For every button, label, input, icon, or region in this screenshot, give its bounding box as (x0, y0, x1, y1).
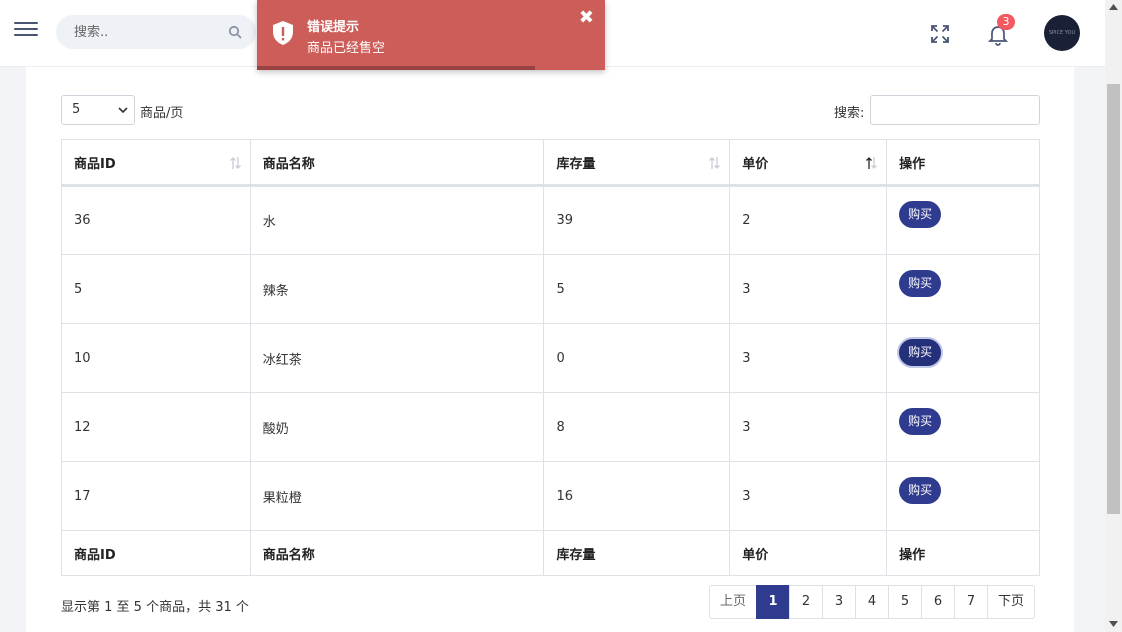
footer-header-stock: 库存量 (543, 530, 731, 576)
user-avatar[interactable]: SPICE YOU (1044, 15, 1080, 51)
cell-action: 购买 (886, 461, 1040, 531)
cell-stock: 5 (543, 254, 731, 324)
page-length-label: 商品/页 (140, 106, 184, 121)
cell-stock: 0 (543, 323, 731, 393)
page-button-6[interactable]: 6 (921, 585, 956, 619)
shield-alert-icon (273, 21, 293, 45)
scroll-up-arrow-icon[interactable] (1109, 4, 1118, 10)
table-row: 12 酸奶 8 3 购买 (61, 392, 1040, 462)
footer-header-name: 商品名称 (249, 530, 545, 576)
footer-header-action: 操作 (886, 530, 1040, 576)
page-button-2[interactable]: 2 (789, 585, 824, 619)
cell-id: 36 (61, 185, 251, 255)
table-row: 17 果粒橙 16 3 购买 (61, 461, 1040, 531)
close-icon[interactable]: ✖ (579, 9, 594, 27)
page-button-1[interactable]: 1 (756, 585, 791, 619)
next-page-button[interactable]: 下页 (987, 585, 1036, 619)
search-icon[interactable] (228, 25, 242, 39)
cell-action: 购买 (886, 392, 1040, 462)
buy-button[interactable]: 购买 (899, 407, 942, 435)
notification-badge: 3 (997, 14, 1015, 30)
page-scrollbar[interactable] (1105, 0, 1122, 632)
column-header-label: 商品名称 (262, 156, 315, 172)
column-header-stock[interactable]: 库存量 (543, 139, 731, 187)
sort-ascending-icon (866, 157, 878, 169)
footer-header-price: 单价 (729, 530, 888, 576)
products-table: 商品ID 商品名称 库存量 单价 操作 36 水 39 2 购买 5 辣条 5 … (61, 139, 1040, 576)
page-button-5[interactable]: 5 (888, 585, 923, 619)
table-filter-label: 搜索: (834, 106, 865, 121)
cell-id: 17 (61, 461, 251, 531)
footer-header-id: 商品ID (61, 530, 251, 576)
pagination: 上页 1 2 3 4 5 6 7 下页 (709, 585, 1036, 619)
column-header-price[interactable]: 单价 (729, 139, 888, 187)
column-header-id[interactable]: 商品ID (61, 139, 251, 187)
cell-price: 3 (729, 461, 888, 531)
table-row: 36 水 39 2 购买 (61, 185, 1040, 255)
cell-price: 3 (729, 323, 888, 393)
table-row: 10 冰红茶 0 3 购买 (61, 323, 1040, 393)
column-header-action: 操作 (886, 139, 1040, 187)
scrollbar-thumb[interactable] (1107, 84, 1120, 514)
prev-page-button[interactable]: 上页 (709, 585, 758, 619)
column-header-label: 单价 (742, 156, 769, 172)
cell-name: 酸奶 (249, 392, 545, 462)
scroll-down-arrow-icon[interactable] (1109, 621, 1118, 627)
table-footer-row: 商品ID 商品名称 库存量 单价 操作 (61, 530, 1040, 576)
table-row: 5 辣条 5 3 购买 (61, 254, 1040, 324)
page-length-select[interactable]: 5 (61, 95, 135, 125)
table-filter-input[interactable] (870, 95, 1040, 125)
products-card: 5 商品/页 搜索: 商品ID 商品名称 库存量 单价 操作 36 水 39 2… (26, 67, 1074, 632)
error-toast: 错误提示 商品已经售空 ✖ (257, 0, 605, 70)
column-header-label: 操作 (899, 156, 926, 172)
page-button-7[interactable]: 7 (954, 585, 989, 619)
column-header-label: 商品ID (74, 156, 116, 172)
cell-action: 购买 (886, 323, 1040, 393)
buy-button[interactable]: 购买 (899, 476, 942, 504)
cell-name: 辣条 (249, 254, 545, 324)
fullscreen-icon[interactable] (930, 24, 950, 44)
sort-icon (229, 157, 241, 169)
page-button-3[interactable]: 3 (822, 585, 857, 619)
cell-action: 购买 (886, 185, 1040, 255)
cell-id: 5 (61, 254, 251, 324)
cell-stock: 16 (543, 461, 731, 531)
chevron-down-icon (118, 107, 128, 114)
cell-stock: 39 (543, 185, 731, 255)
buy-button[interactable]: 购买 (899, 201, 942, 228)
cell-price: 2 (729, 185, 888, 255)
cell-action: 购买 (886, 254, 1040, 324)
cell-price: 3 (729, 254, 888, 324)
cell-name: 冰红茶 (249, 323, 545, 393)
toast-title: 错误提示 (307, 20, 360, 35)
cell-name: 水 (249, 185, 545, 255)
cell-name: 果粒橙 (249, 461, 545, 531)
cell-id: 10 (61, 323, 251, 393)
toast-progress-bar (257, 66, 536, 70)
table-header-row: 商品ID 商品名称 库存量 单价 操作 (61, 139, 1040, 187)
sort-icon (709, 157, 721, 169)
global-search-input[interactable] (74, 15, 224, 49)
hamburger-menu-icon[interactable] (14, 22, 38, 42)
page-button-4[interactable]: 4 (855, 585, 890, 619)
buy-button[interactable]: 购买 (899, 338, 942, 366)
page-length-value: 5 (72, 102, 81, 117)
table-info: 显示第 1 至 5 个商品，共 31 个 (61, 600, 249, 615)
global-search (56, 15, 256, 49)
column-header-name: 商品名称 (249, 139, 545, 187)
cell-id: 12 (61, 392, 251, 462)
cell-price: 3 (729, 392, 888, 462)
buy-button[interactable]: 购买 (899, 269, 942, 297)
column-header-label: 库存量 (556, 156, 596, 172)
cell-stock: 8 (543, 392, 731, 462)
toast-message: 商品已经售空 (307, 41, 386, 56)
